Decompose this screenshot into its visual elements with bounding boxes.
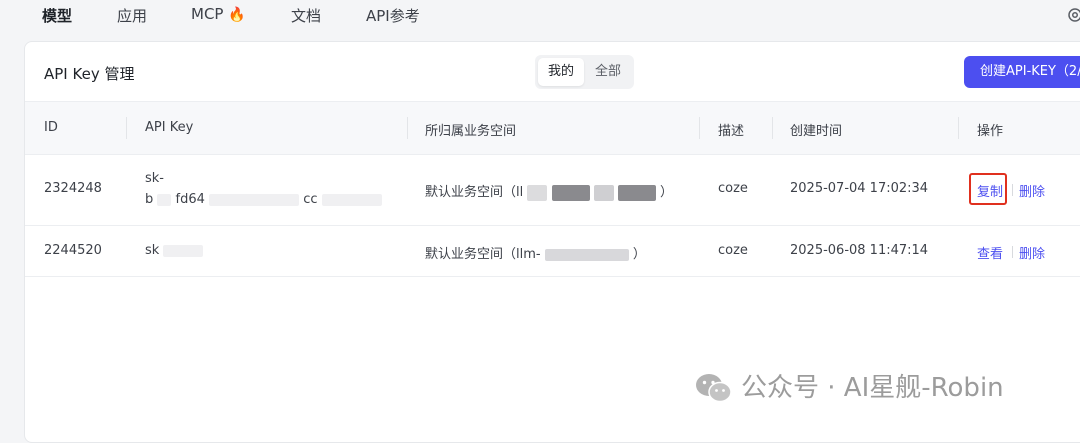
row-api-key-line1: sk- — [145, 171, 164, 186]
column-header-created-time: 创建时间 — [790, 124, 843, 139]
column-divider — [407, 117, 408, 139]
watermark-text: 公众号 · AI星舰-Robin — [741, 373, 1004, 403]
card-title: API Key 管理 — [44, 65, 135, 83]
table-row: 2244520 sk 默认业务空间（llm- ） coze 2025-06-08… — [25, 226, 1080, 277]
view-button[interactable]: 查看 — [977, 243, 1003, 262]
row-api-key-line2: b fd64 cc — [145, 192, 382, 207]
nav-tab-apps[interactable]: 应用 — [117, 5, 147, 26]
column-header-id: ID — [44, 120, 58, 135]
column-divider — [126, 117, 127, 139]
workspace-text-end: ） — [632, 247, 646, 262]
action-divider — [1012, 246, 1013, 258]
segment-mine[interactable]: 我的 — [538, 58, 584, 86]
nav-tab-mcp[interactable]: MCP 🔥 — [191, 5, 246, 23]
row-created-time: 2025-06-08 11:47:14 — [790, 243, 929, 258]
workspace-text-end: ） — [659, 185, 673, 200]
redaction-blur — [163, 244, 204, 257]
api-key-fragment: fd64 — [175, 192, 205, 207]
api-key-fragment: cc — [303, 192, 318, 207]
row-api-key: sk — [145, 243, 204, 258]
api-key-fragment: sk — [145, 243, 160, 258]
workspace-text: 默认业务空间（ll — [425, 185, 524, 200]
api-key-fragment: b — [145, 192, 154, 207]
nav-tab-api-reference[interactable]: API参考 — [366, 5, 420, 26]
redaction-blur — [527, 184, 548, 201]
column-header-description: 描述 — [718, 124, 745, 139]
top-nav: 模型 应用 MCP 🔥 文档 API参考 — [0, 0, 1080, 34]
row-description: coze — [718, 181, 748, 196]
redaction-blur — [617, 184, 656, 201]
table-header: ID API Key 所归属业务空间 描述 创建时间 操作 — [25, 101, 1080, 155]
copy-button[interactable]: 复制 — [977, 181, 1003, 200]
redaction-blur — [321, 193, 382, 206]
redaction-blur — [157, 193, 172, 206]
ownership-segmented-control: 我的 全部 — [535, 55, 634, 89]
nav-tab-docs[interactable]: 文档 — [291, 5, 321, 26]
nav-tab-mcp-label: MCP — [191, 5, 224, 23]
row-workspace: 默认业务空间（llm- ） — [425, 243, 646, 262]
nav-tab-models[interactable]: 模型 — [42, 5, 72, 26]
delete-button[interactable]: 删除 — [1019, 243, 1045, 262]
gear-icon[interactable] — [1066, 6, 1080, 24]
wechat-icon — [696, 374, 732, 403]
column-divider — [772, 117, 773, 139]
row-id: 2244520 — [44, 243, 102, 258]
column-divider — [699, 117, 700, 139]
row-description: coze — [718, 243, 748, 258]
column-header-actions: 操作 — [977, 124, 1004, 139]
fire-icon: 🔥 — [228, 7, 246, 23]
row-created-time: 2025-07-04 17:02:34 — [790, 181, 929, 196]
column-header-api-key: API Key — [145, 120, 194, 135]
column-header-workspace: 所归属业务空间 — [425, 124, 517, 139]
action-divider — [1012, 184, 1013, 196]
segment-all[interactable]: 全部 — [585, 58, 631, 86]
workspace-text: 默认业务空间（llm- — [425, 247, 541, 262]
redaction-blur — [593, 184, 614, 201]
redaction-blur — [209, 193, 300, 206]
redaction-blur — [544, 248, 629, 261]
row-id: 2324248 — [44, 181, 102, 196]
redaction-blur — [551, 184, 590, 201]
delete-button[interactable]: 删除 — [1019, 181, 1045, 200]
table-row: 2324248 sk- b fd64 cc 默认业务空间（ll ） coze 2… — [25, 154, 1080, 226]
row-workspace: 默认业务空间（ll ） — [425, 181, 673, 201]
create-api-key-button[interactable]: 创建API-KEY（2/ — [964, 56, 1080, 88]
column-divider — [958, 117, 959, 139]
